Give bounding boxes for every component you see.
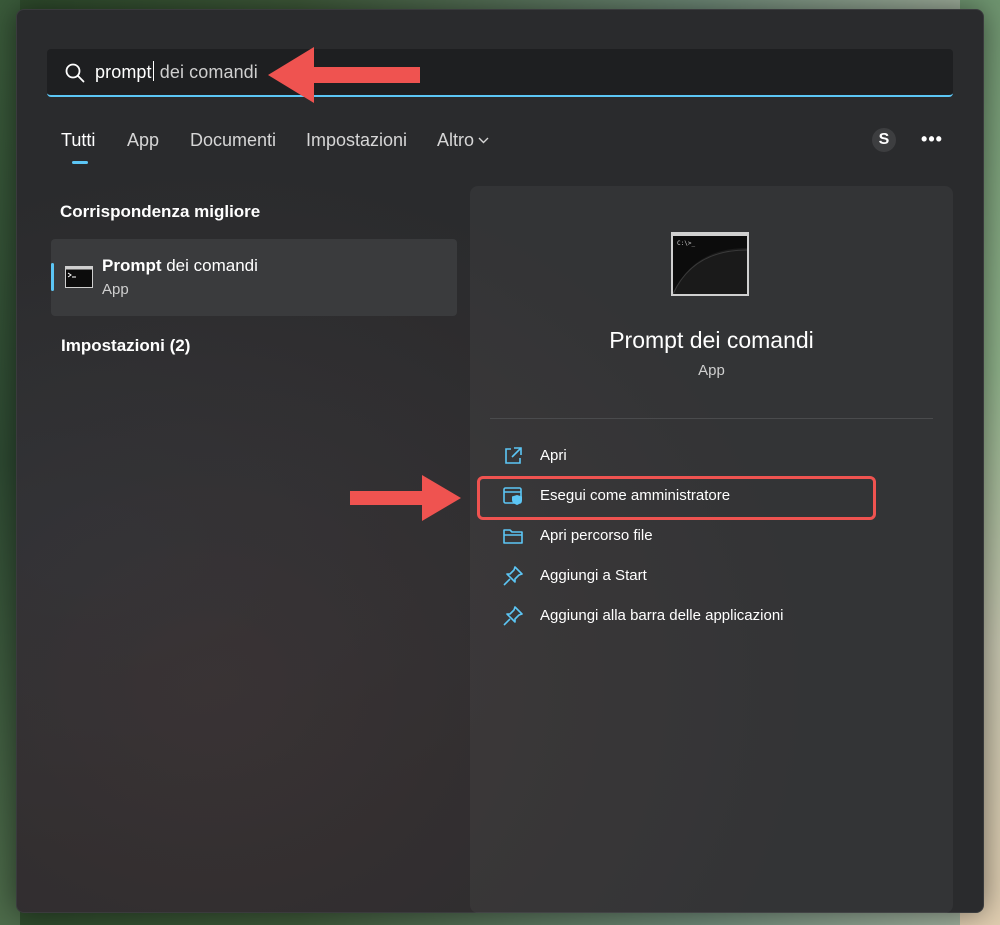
- settings-group-heading[interactable]: Impostazioni (2): [61, 336, 190, 356]
- pin-icon: [503, 606, 523, 626]
- tab-app[interactable]: App: [127, 130, 159, 151]
- text-caret: [152, 61, 154, 81]
- detail-title: Prompt dei comandi: [609, 327, 814, 353]
- search-typed-text: prompt: [95, 62, 152, 82]
- action-label: Aggiungi a Start: [540, 567, 647, 584]
- annotation-arrow-search: [268, 47, 420, 103]
- action-label: Apri: [540, 447, 567, 464]
- more-options-icon[interactable]: •••: [918, 129, 946, 151]
- selection-indicator: [51, 263, 54, 291]
- folder-icon: [503, 529, 523, 544]
- annotation-arrow-admin: [350, 475, 461, 521]
- tab-documenti[interactable]: Documenti: [190, 130, 276, 151]
- user-avatar[interactable]: S: [872, 128, 896, 152]
- pin-icon: [503, 566, 523, 586]
- command-prompt-icon: [65, 266, 93, 288]
- search-icon: [65, 63, 85, 83]
- best-match-type: App: [102, 281, 129, 298]
- action-label: Apri percorso file: [540, 527, 653, 544]
- tab-label: Altro: [437, 130, 475, 150]
- detail-divider: [490, 418, 933, 419]
- command-prompt-icon: C:\>_: [671, 232, 749, 296]
- tab-altro[interactable]: Altro: [437, 130, 489, 151]
- tab-label: Tutti: [61, 130, 96, 150]
- search-suggestion-text: dei comandi: [154, 62, 258, 82]
- best-match-name-bold: Prompt: [102, 256, 162, 275]
- action-label: Aggiungi alla barra delle applicazioni: [540, 607, 784, 624]
- search-query: prompt dei comandi: [95, 61, 258, 83]
- search-input[interactable]: prompt dei comandi: [47, 49, 953, 97]
- best-match-name: Prompt dei comandi: [102, 256, 258, 276]
- best-match-item[interactable]: Prompt dei comandi App: [51, 239, 457, 316]
- tab-impostazioni[interactable]: Impostazioni: [306, 130, 407, 151]
- best-match-heading: Corrispondenza migliore: [60, 202, 261, 221]
- tab-tutti[interactable]: Tutti: [61, 130, 95, 151]
- tab-label: Documenti: [190, 130, 277, 150]
- open-external-icon: [505, 447, 522, 464]
- best-match-name-rest: dei comandi: [161, 256, 258, 275]
- tab-label: App: [127, 130, 160, 150]
- svg-text:C:\>_: C:\>_: [677, 240, 695, 247]
- chevron-down-icon: [478, 137, 489, 144]
- detail-type: App: [698, 362, 725, 379]
- tab-label: Impostazioni: [306, 130, 408, 150]
- active-tab-indicator: [72, 161, 88, 164]
- annotation-highlight-box: [477, 476, 876, 520]
